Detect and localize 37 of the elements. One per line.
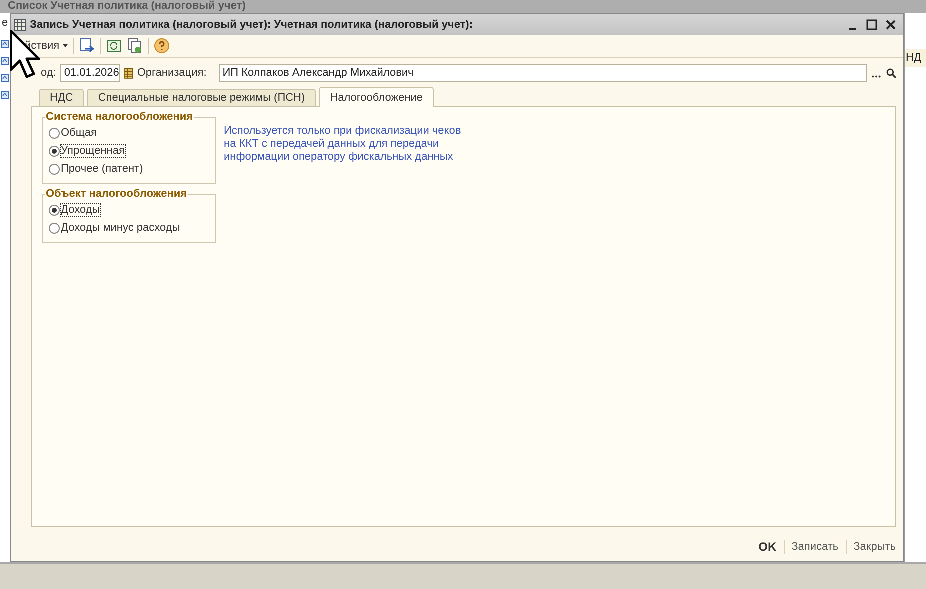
maximize-icon[interactable]	[866, 18, 878, 30]
radio-button[interactable]	[49, 146, 60, 156]
organization-field[interactable]: ИП Колпаков Александр Михайлович	[218, 64, 867, 82]
date-field[interactable]: 01.01.2026	[60, 64, 120, 82]
tab[interactable]: Налогообложение	[319, 87, 434, 107]
window-title: Запись Учетная политика (налоговый учет): Учетная политика (налоговый учет):	[30, 18, 474, 30]
option-label[interactable]: Упрощенная	[61, 145, 125, 157]
calendar-icon[interactable]	[124, 68, 134, 78]
background-text: е	[2, 17, 8, 31]
table-icon	[14, 18, 26, 30]
info-note: Используется только при фискализации чеков на ККТ с передачей данных для передачи информации оператору фискальных данных	[224, 124, 462, 165]
close-icon[interactable]	[885, 18, 897, 30]
option-label[interactable]: Доходы	[61, 204, 100, 216]
ok-button[interactable]: OK	[756, 540, 779, 554]
group-title: Объект налогообложения	[45, 188, 188, 200]
save-icon[interactable]	[78, 38, 95, 54]
caret-icon[interactable]	[62, 44, 68, 48]
tab[interactable]: НДС	[39, 89, 84, 106]
help-icon[interactable]	[154, 38, 170, 54]
option-label[interactable]: Общая	[61, 127, 97, 139]
radio-button[interactable]	[49, 164, 60, 174]
group-title: Система налогообложения	[45, 111, 194, 123]
radio-button[interactable]	[49, 204, 60, 216]
footer-button[interactable]: Закрыть	[852, 541, 898, 553]
search-icon[interactable]	[886, 68, 897, 78]
option-label[interactable]: Доходы минус расходы	[61, 222, 180, 234]
option-label[interactable]: Прочее (патент)	[61, 163, 144, 175]
radio-button[interactable]	[49, 222, 60, 234]
radio-button[interactable]	[49, 128, 60, 138]
refresh-icon[interactable]	[106, 38, 122, 54]
copy-icon[interactable]	[126, 38, 143, 54]
organization-label: Организация:	[137, 67, 207, 79]
date-label: од:	[41, 67, 56, 79]
footer-button[interactable]: Записать	[790, 541, 841, 553]
tab[interactable]: Специальные налоговые режимы (ПСН)	[87, 89, 316, 106]
column-header: НД	[905, 49, 926, 67]
background-window-title: Список Учетная политика (налоговый учет)	[0, 0, 926, 13]
